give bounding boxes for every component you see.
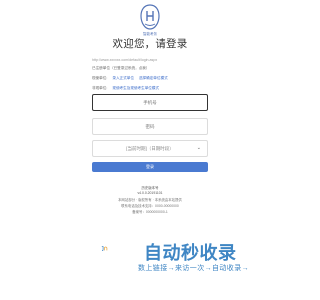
page-title: 欢迎您，请登录 [112,38,188,50]
footer-copyright: 本网站部分 · 版权所有 · 本系统由本站提供 [118,198,182,202]
watermark-logo-icon [101,246,108,251]
site-url: http://www.xxxxxx.com/default/login.aspx [92,58,158,62]
phone-input[interactable] [92,94,208,111]
select-unit-mode-link[interactable]: 选择确定单位模式 [139,76,168,80]
registered-unit-note: 已注册单位（已登录过系统，点我） [92,66,150,70]
footer-contact: 联系电话及技术支持：0000-00000000 [121,204,179,208]
logo-icon [140,4,160,30]
login-button[interactable]: 登录 [92,162,208,172]
footer-version: v4.0.0.20191101 [137,191,163,195]
watermark-title: 自动秒收录 [144,243,237,263]
period-select[interactable]: [当前时期]（日期时段） ⌄ [92,140,208,157]
period-selected-value: [当前时期]（日期时段） [126,146,174,151]
current-unit-label: 现使单位: [92,76,108,80]
watermark-subtitle: 数上链接→来访一次→自动收录→ [138,265,249,272]
chevron-down-icon: ⌄ [196,145,201,151]
footer-icp: 备案号：0000000000-1 [132,210,168,214]
current-unit-row: 现使单位: 录入正式单位 选择确定单位模式 [92,76,168,81]
non-current-unit-row: 非现单位: 现使考生及现使考生单位模式 [92,86,159,91]
candidate-mode-link[interactable]: 现使考生及现使考生单位模式 [112,86,159,90]
password-input[interactable] [92,118,208,135]
footer-version-label: 历史版本号 [141,186,159,190]
non-current-unit-label: 非现单位: [92,86,108,90]
enter-unit-link[interactable]: 录入正式单位 [112,76,134,80]
